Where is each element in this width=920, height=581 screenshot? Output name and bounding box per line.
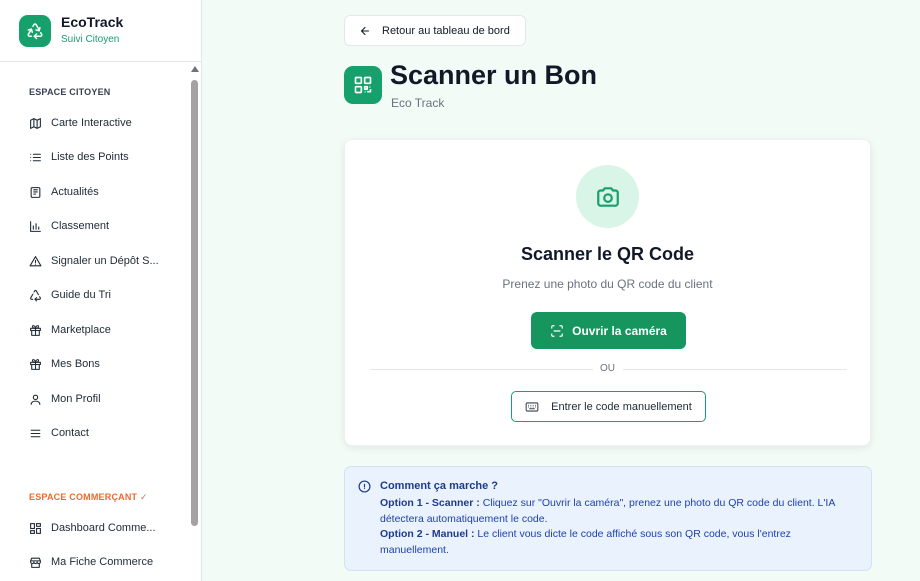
sidebar-item-label: Mon Profil <box>51 393 101 405</box>
qr-code-icon <box>344 66 382 104</box>
sidebar-item-actualites[interactable]: Actualités <box>29 182 179 202</box>
option1-label: Option 1 - Scanner : <box>380 497 480 509</box>
sidebar-item-label: Contact <box>51 427 89 439</box>
sidebar-item-label: Signaler un Dépôt S... <box>51 255 159 267</box>
scan-icon <box>551 324 563 337</box>
menu-icon <box>30 429 41 437</box>
back-to-dashboard-button[interactable]: Retour au tableau de bord <box>344 15 526 46</box>
section-label-merchant: ESPACE COMMERÇANT ✓ <box>29 492 148 502</box>
sidebar-item-bons[interactable]: Mes Bons <box>29 354 179 374</box>
option2-label: Option 2 - Manuel : <box>380 528 475 540</box>
scroll-thumb[interactable] <box>191 80 198 526</box>
sidebar-item-dashboard-commerce[interactable]: Dashboard Comme... <box>29 518 179 538</box>
sidebar-item-profil[interactable]: Mon Profil <box>29 389 179 409</box>
sidebar-item-label: Mes Bons <box>51 358 100 370</box>
sidebar-item-contact[interactable]: Contact <box>29 423 179 443</box>
user-icon <box>30 394 41 405</box>
sidebar-item-label: Carte Interactive <box>51 117 132 129</box>
info-icon <box>358 480 371 493</box>
open-camera-label: Ouvrir la caméra <box>572 323 667 338</box>
scan-card-title: Scanner le QR Code <box>520 244 695 264</box>
list-icon <box>30 153 41 161</box>
back-button-label: Retour au tableau de bord <box>382 24 510 37</box>
sidebar-item-label: Dashboard Comme... <box>51 522 156 534</box>
keyboard-icon <box>525 401 539 412</box>
sidebar-item-guide[interactable]: Guide du Tri <box>29 285 179 305</box>
sidebar-item-carte[interactable]: Carte Interactive <box>29 113 179 133</box>
bar-chart-icon <box>30 220 41 232</box>
sidebar-item-label: Ma Fiche Commerce <box>51 556 154 568</box>
scan-card-subtitle: Prenez une photo du QR code du client <box>502 277 713 291</box>
how-it-works-box: Comment ça marche ? Option 1 - Scanner :… <box>344 466 872 571</box>
page-title: Scanner un Bon <box>390 60 598 90</box>
sidebar-item-label: Classement <box>51 220 110 232</box>
brand[interactable]: EcoTrack Suivi Citoyen <box>0 0 201 62</box>
brand-subtitle: Suivi Citoyen <box>61 34 120 45</box>
manual-code-label: Entrer le code manuellement <box>551 400 692 413</box>
sidebar-scrollbar[interactable] <box>190 62 200 581</box>
open-camera-button[interactable]: Ouvrir la caméra <box>531 312 686 349</box>
scan-card: Scanner le QR Code Prenez une photo du Q… <box>344 139 871 446</box>
sidebar-item-label: Guide du Tri <box>51 289 111 301</box>
gift-icon <box>30 358 41 370</box>
sidebar-item-label: Marketplace <box>51 324 111 336</box>
camera-icon <box>576 165 639 228</box>
divider-right <box>623 369 847 370</box>
dashboard-icon <box>30 522 41 534</box>
sidebar: EcoTrack Suivi Citoyen ESPACE CITOYEN Ca… <box>0 0 202 581</box>
page-subtitle: Eco Track <box>391 96 445 110</box>
recycle-icon <box>30 289 41 301</box>
newspaper-icon <box>30 186 41 198</box>
sidebar-item-liste[interactable]: Liste des Points <box>29 147 179 167</box>
sidebar-item-label: Actualités <box>51 186 99 198</box>
map-icon <box>30 117 41 129</box>
how-it-works-title: Comment ça marche ? <box>380 480 498 492</box>
scroll-up-arrow-icon[interactable] <box>191 66 199 72</box>
how-it-works-body: Option 1 - Scanner : Cliquez sur "Ouvrir… <box>380 496 860 558</box>
arrow-left-icon <box>360 26 370 35</box>
sidebar-item-classement[interactable]: Classement <box>29 216 179 236</box>
brand-name: EcoTrack <box>61 14 124 30</box>
recycle-logo-icon <box>19 14 51 47</box>
section-label-citizen: ESPACE CITOYEN <box>29 87 111 97</box>
manual-code-button[interactable]: Entrer le code manuellement <box>511 391 706 422</box>
sidebar-item-fiche-commerce[interactable]: Ma Fiche Commerce <box>29 552 179 572</box>
gift-icon <box>30 324 41 336</box>
store-icon <box>30 557 41 568</box>
sidebar-item-signaler[interactable]: Signaler un Dépôt S... <box>29 251 179 271</box>
sidebar-nav: ESPACE CITOYEN Carte Interactive Liste d… <box>0 62 190 581</box>
sidebar-item-marketplace[interactable]: Marketplace <box>29 320 179 340</box>
warning-icon <box>29 255 42 266</box>
sidebar-item-label: Liste des Points <box>51 151 129 163</box>
